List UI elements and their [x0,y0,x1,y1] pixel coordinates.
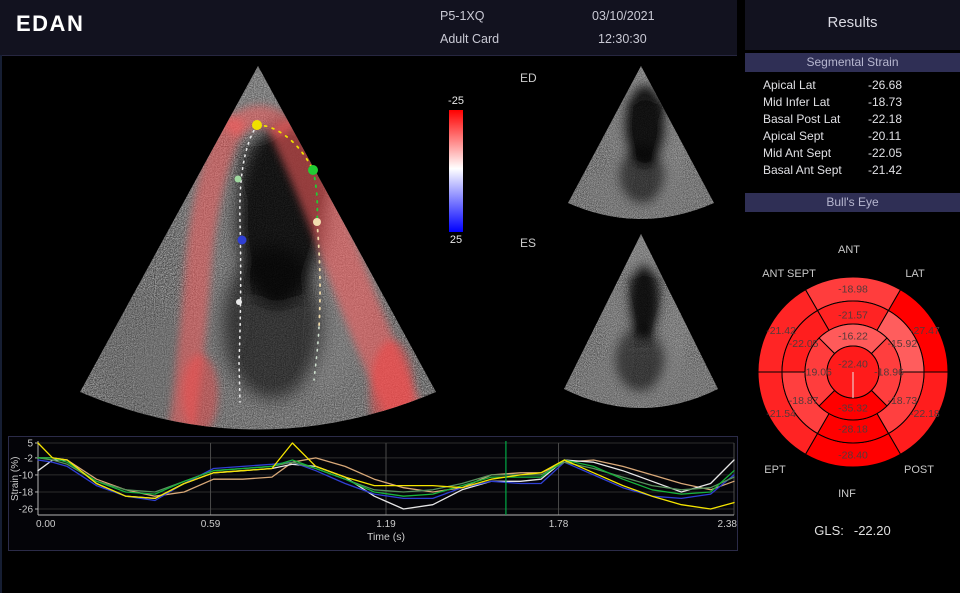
contour-marker[interactable] [236,299,242,305]
table-row: Mid Ant Sept-22.05 [745,145,960,162]
probe-name[interactable]: P5-1XQ [440,9,484,23]
y-tick-label: 5 [27,439,33,450]
bullseye-value: -18.98 [838,284,868,296]
contour-marker[interactable] [235,176,242,183]
x-tick-label: 1.19 [376,519,396,530]
y-tick-label: -2 [24,453,33,464]
contour-marker[interactable] [308,165,318,175]
bullseye-value: -22.40 [838,359,868,371]
bullseye-value: -21.42 [766,325,796,337]
segment-value: -20.11 [868,128,960,145]
bullseye-value: -21.54 [766,408,796,420]
bullseye-value: -21.57 [838,310,868,322]
gls-result: GLS: -22.20 [745,523,960,538]
ed-frame-label: ED [520,71,537,85]
bullseye-region-label: POST [904,464,934,476]
es-frame-label: ES [520,236,536,250]
bulls-eye-section-header[interactable]: Bull's Eye [745,193,960,212]
contour-marker[interactable] [238,236,247,245]
y-tick-label: -26 [19,505,34,516]
x-tick-label: 0.00 [36,519,56,530]
time-display: 12:30:30 [598,32,647,46]
table-row: Basal Ant Sept-21.42 [745,162,960,179]
results-panel: Results Segmental Strain Apical Lat-26.6… [745,0,960,593]
bullseye-value: -22.18 [910,408,940,420]
contour-marker[interactable] [313,218,321,226]
bullseye-value: -16.22 [838,331,868,343]
bullseye-value: -18.87 [789,395,819,407]
segment-label: Basal Post Lat [745,111,868,128]
table-row: Apical Lat-26.68 [745,77,960,94]
segment-value: -26.68 [868,77,960,94]
results-header: Results [745,0,960,50]
bullseye-value: -18.73 [887,395,917,407]
left-edge-strip [0,55,2,593]
colorbar-max-label: -25 [436,95,476,107]
segment-label: Basal Ant Sept [745,162,868,179]
segment-value: -18.73 [868,94,960,111]
main-ultrasound-image[interactable] [30,62,450,434]
bullseye-value: -35.32 [838,403,868,415]
bullseye-value: -19.06 [802,367,832,379]
bulls-eye-plot: -18.98 -27.47 -22.18 -28.40 -21.54 -21.42 -21.… [745,215,960,515]
bullseye-value: -15.92 [887,338,917,350]
exam-preset[interactable]: Adult Card [440,32,499,46]
segment-label: Apical Sept [745,128,868,145]
date-display: 03/10/2021 [592,9,655,23]
segmental-strain-table: Apical Lat-26.68Mid Infer Lat-18.73Basal… [745,77,960,179]
contour-marker[interactable] [252,120,262,130]
table-row: Basal Post Lat-22.18 [745,111,960,128]
bullseye-region-label: ANT [838,244,860,256]
bullseye-region-label: INF [838,488,856,500]
x-axis-title: Time (s) [367,531,405,543]
bullseye-region-label: EPT [764,464,786,476]
segment-value: -21.42 [868,162,960,179]
strain-colorbar [449,110,463,232]
x-tick-label: 1.78 [549,519,569,530]
segmental-strain-section-header[interactable]: Segmental Strain [745,53,960,72]
segment-label: Mid Infer Lat [745,94,868,111]
colorbar-min-label: 25 [436,234,476,246]
bullseye-value: -18.96 [874,367,904,379]
segment-label: Mid Ant Sept [745,145,868,162]
gls-value: -22.20 [854,523,891,538]
segment-value: -22.05 [868,145,960,162]
x-tick-label: 0.59 [201,519,221,530]
gls-label: GLS: [814,523,844,538]
segment-value: -22.18 [868,111,960,128]
table-row: Apical Sept-20.11 [745,128,960,145]
ultrasound-fan [30,62,450,434]
ed-frame-thumbnail[interactable] [552,63,730,223]
bullseye-value: -28.40 [838,450,868,462]
segment-label: Apical Lat [745,77,868,94]
bullseye-value: -22.05 [789,338,819,350]
header-bar: EDAN P5-1XQ Adult Card 03/10/2021 12:30:… [0,0,737,56]
edan-logo: EDAN [16,11,84,37]
es-frame-thumbnail[interactable] [552,231,730,413]
table-row: Mid Infer Lat-18.73 [745,94,960,111]
bullseye-value: -28.18 [838,424,868,436]
bullseye-value: -27.47 [910,325,940,337]
strain-curve-chart[interactable]: 5-2-10-18-260.000.591.191.782.38Time (s)… [8,436,738,551]
results-title: Results [745,14,960,31]
y-axis-title: Strain (%) [10,457,21,501]
x-tick-label: 2.38 [718,519,737,530]
bullseye-region-label: LAT [905,268,925,280]
bullseye-region-label: ANT SEPT [762,268,816,280]
